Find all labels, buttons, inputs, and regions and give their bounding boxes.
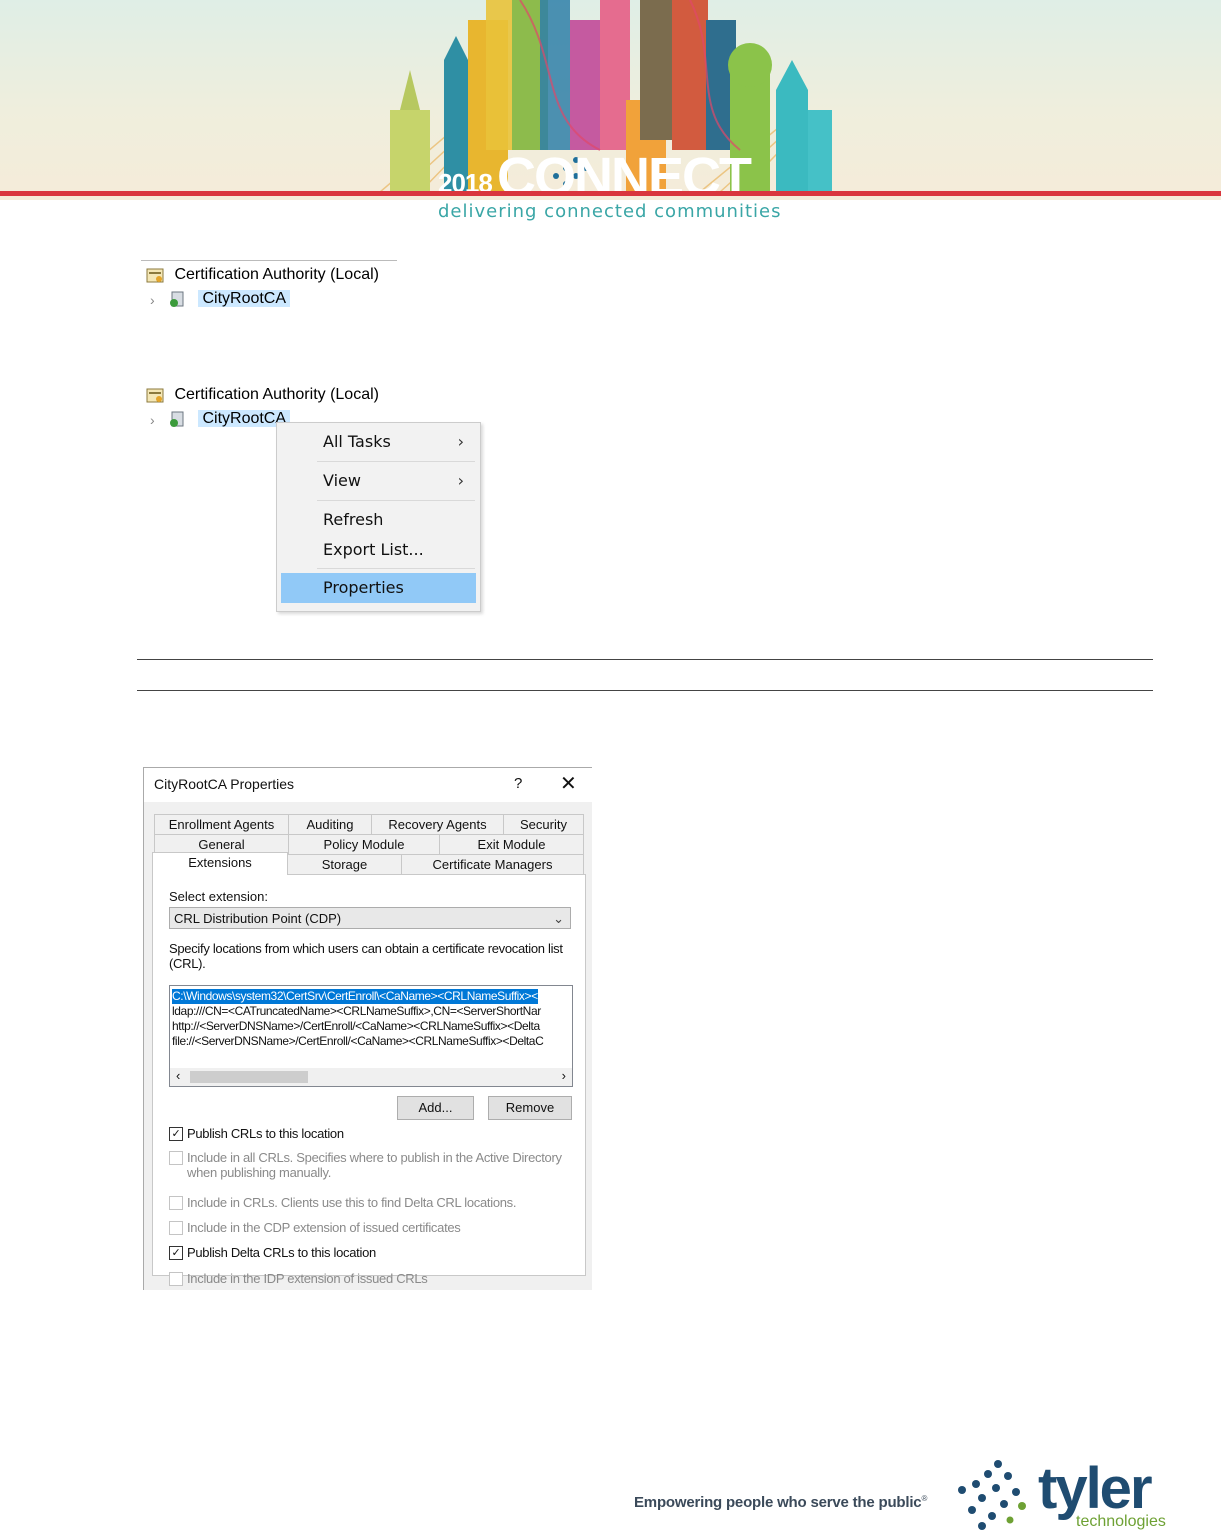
checkbox-checked-icon: ✓ xyxy=(169,1127,183,1141)
certificate-authority-icon xyxy=(146,388,164,403)
tab-general[interactable]: General xyxy=(154,834,289,854)
ca-root-label: Certification Authority (Local) xyxy=(174,266,379,283)
ca-child-node[interactable]: CityRootCA xyxy=(168,287,291,311)
tab-auditing[interactable]: Auditing xyxy=(288,814,372,834)
properties-dialog: CityRootCA Properties ? ✕ Enrollment Age… xyxy=(143,767,592,1290)
menu-item-export-list[interactable]: Export List... xyxy=(281,535,476,565)
chevron-down-icon: ⌄ xyxy=(553,911,564,926)
ca-root-node[interactable]: Certification Authority (Local) xyxy=(146,263,379,287)
menu-item-refresh[interactable]: Refresh xyxy=(281,505,476,535)
ca-root-node[interactable]: Certification Authority (Local) xyxy=(146,383,379,407)
locations-description: Specify locations from which users can o… xyxy=(169,941,563,971)
ca-root-label: Certification Authority (Local) xyxy=(174,386,379,403)
list-item[interactable]: C:\Windows\system32\CertSrv\CertEnroll\<… xyxy=(172,989,538,1004)
horizontal-scrollbar[interactable]: ‹ › xyxy=(170,1068,572,1086)
submenu-arrow-icon: › xyxy=(457,432,464,451)
tab-recovery-agents[interactable]: Recovery Agents xyxy=(371,814,504,834)
locations-list[interactable]: C:\Windows\system32\CertSrv\CertEnroll\<… xyxy=(169,985,573,1087)
tab-certificate-managers[interactable]: Certificate Managers xyxy=(401,854,584,874)
menu-item-all-tasks[interactable]: All Tasks › xyxy=(281,427,476,457)
connect-banner: 2018 CONNECT xyxy=(0,0,1221,200)
menu-item-properties[interactable]: Properties xyxy=(281,573,476,603)
tab-storage[interactable]: Storage xyxy=(287,854,402,874)
ca-child-label: CityRootCA xyxy=(198,290,291,307)
horizontal-rule xyxy=(137,659,1153,660)
footer-slogan: Empowering people who serve the public® xyxy=(634,1494,928,1511)
context-menu: All Tasks › View › Refresh Export List..… xyxy=(276,422,481,612)
submenu-arrow-icon: › xyxy=(457,471,464,490)
checkbox-checked-icon: ✓ xyxy=(169,1246,183,1260)
help-button[interactable]: ? xyxy=(514,775,522,792)
list-item[interactable]: http://<ServerDNSName>/CertEnroll/<CaNam… xyxy=(172,1019,540,1034)
checkbox-icon xyxy=(169,1151,183,1165)
banner-red-rule xyxy=(0,191,1221,196)
scroll-right-icon[interactable]: › xyxy=(562,1068,566,1083)
select-extension-label: Select extension: xyxy=(169,889,269,904)
checkbox-icon xyxy=(169,1221,183,1235)
checkbox-icon xyxy=(169,1272,183,1286)
remove-button[interactable]: Remove xyxy=(488,1096,572,1120)
checkbox-icon xyxy=(169,1196,183,1210)
tyler-wordmark: tyler xyxy=(1038,1456,1153,1521)
expand-chevron-icon[interactable]: › xyxy=(150,292,155,308)
extension-select-value: CRL Distribution Point (CDP) xyxy=(174,911,342,926)
tab-extensions[interactable]: Extensions xyxy=(152,852,288,875)
ca-server-icon xyxy=(170,411,184,427)
dialog-title: CityRootCA Properties xyxy=(154,776,295,792)
tree-divider xyxy=(141,260,397,261)
tab-enrollment-agents[interactable]: Enrollment Agents xyxy=(154,814,289,834)
menu-separator xyxy=(317,568,475,569)
extension-select[interactable]: CRL Distribution Point (CDP) ⌄ xyxy=(169,907,571,929)
menu-separator xyxy=(317,500,475,501)
tyler-logo-dots-icon xyxy=(958,1460,1026,1530)
tyler-technologies-label: technologies xyxy=(1076,1513,1166,1530)
banner-tagline: delivering connected communities xyxy=(438,201,782,222)
scroll-left-icon[interactable]: ‹ xyxy=(176,1068,180,1083)
tab-security[interactable]: Security xyxy=(503,814,584,834)
tab-exit-module[interactable]: Exit Module xyxy=(439,834,584,854)
menu-item-view[interactable]: View › xyxy=(281,466,476,496)
scroll-thumb[interactable] xyxy=(190,1071,308,1083)
certificate-authority-icon xyxy=(146,268,164,283)
list-item[interactable]: ldap:///CN=<CATruncatedName><CRLNameSuff… xyxy=(172,1004,541,1019)
ca-child-node[interactable]: CityRootCA xyxy=(168,407,291,431)
expand-chevron-icon[interactable]: › xyxy=(150,412,155,428)
tab-policy-module[interactable]: Policy Module xyxy=(288,834,440,854)
add-button[interactable]: Add... xyxy=(397,1096,474,1120)
menu-separator xyxy=(317,461,475,462)
ca-server-icon xyxy=(170,291,184,307)
close-button[interactable]: ✕ xyxy=(560,771,577,796)
list-item[interactable]: file://<ServerDNSName>/CertEnroll/<CaNam… xyxy=(172,1034,544,1049)
horizontal-rule xyxy=(137,690,1153,691)
